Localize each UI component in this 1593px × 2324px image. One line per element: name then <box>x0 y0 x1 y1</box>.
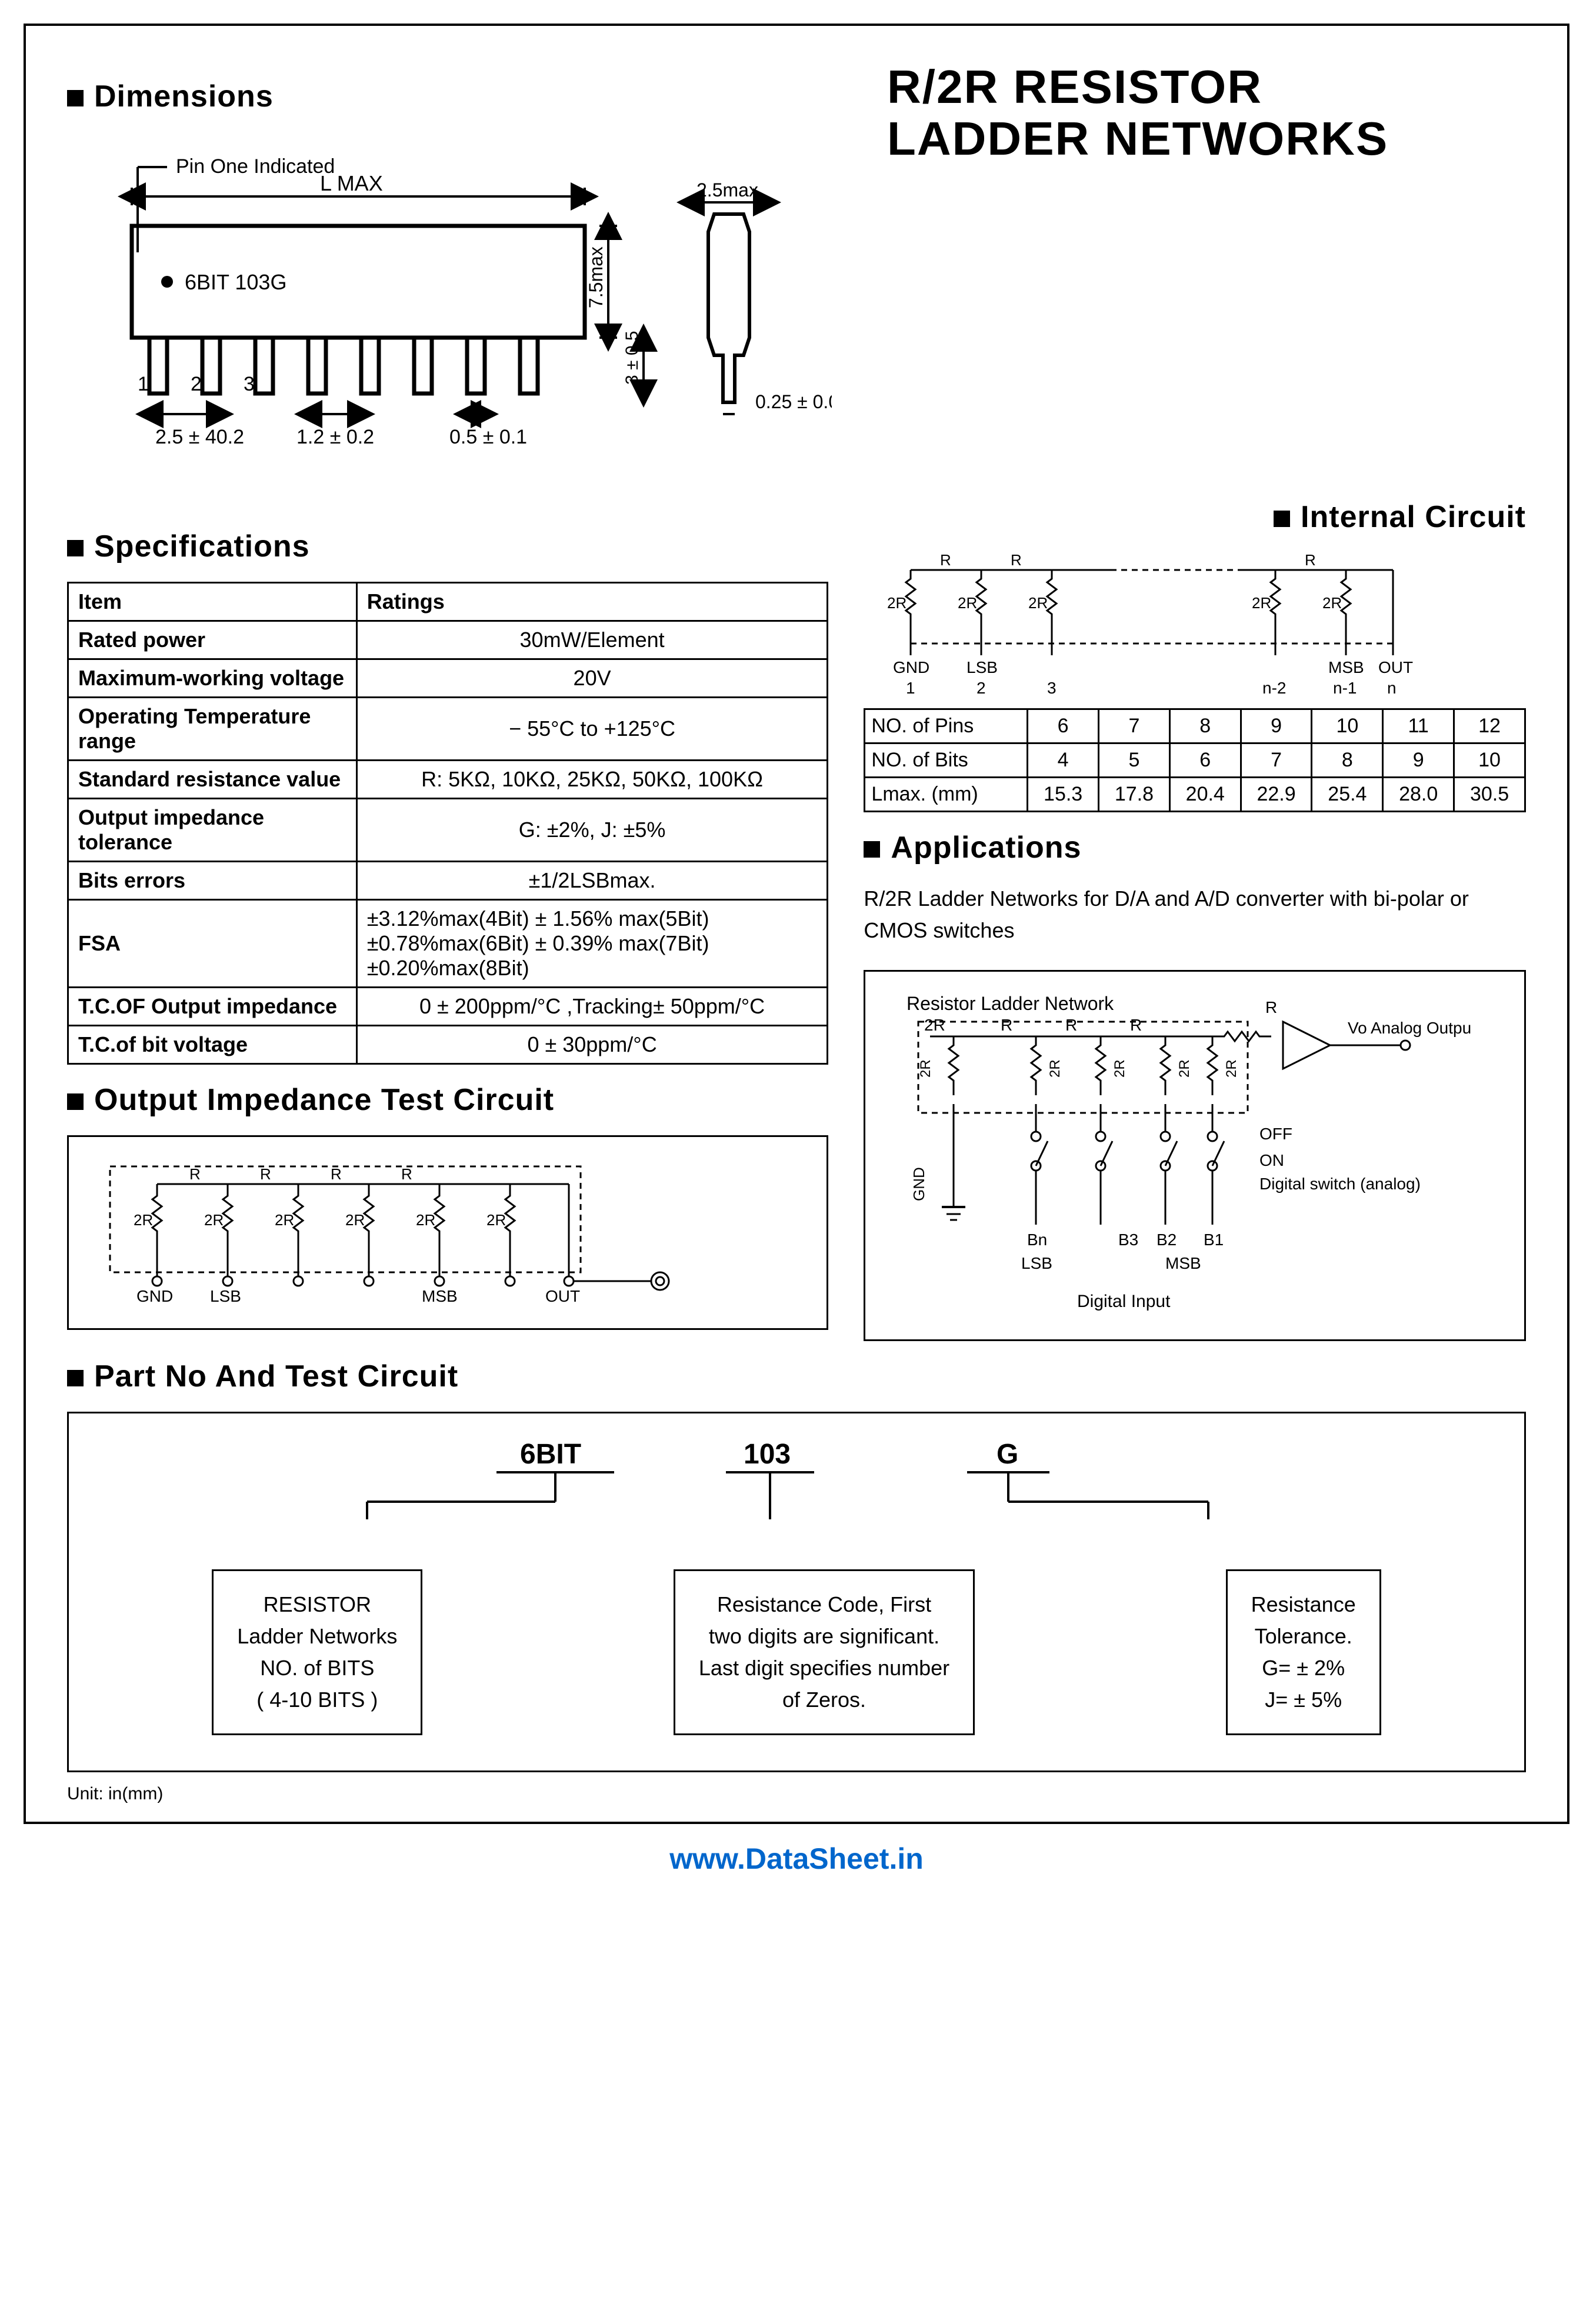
svg-text:R: R <box>260 1165 271 1183</box>
svg-text:2R: 2R <box>345 1211 365 1229</box>
svg-text:7.5max: 7.5max <box>585 246 606 308</box>
svg-text:2R: 2R <box>1112 1059 1128 1078</box>
partno-heading: Part No And Test Circuit <box>67 1359 1526 1394</box>
svg-text:R: R <box>1130 1016 1142 1034</box>
svg-text:2: 2 <box>191 373 202 395</box>
partno-box-tolerance: Resistance Tolerance. G= ± 2% J= ± 5% <box>1226 1569 1381 1735</box>
svg-text:2R: 2R <box>918 1059 934 1078</box>
svg-text:0.25 ± 0.05: 0.25 ± 0.05 <box>755 391 832 412</box>
svg-text:GND: GND <box>136 1287 173 1305</box>
dimensions-heading: Dimensions <box>67 79 869 114</box>
svg-text:GND: GND <box>910 1167 928 1201</box>
partno-diagram: 6BIT 103 G RESISTOR Ladder Networks NO. … <box>67 1412 1526 1772</box>
specifications-heading: Specifications <box>67 529 828 564</box>
svg-text:2.5 ± 40.2: 2.5 ± 40.2 <box>155 426 244 448</box>
svg-text:n-1: n-1 <box>1333 679 1357 697</box>
svg-text:2: 2 <box>977 679 986 697</box>
svg-text:OUT: OUT <box>1378 658 1413 676</box>
svg-text:1.2 ± 0.2: 1.2 ± 0.2 <box>296 426 374 448</box>
partno-box-code: Resistance Code, First two digits are si… <box>674 1569 975 1735</box>
svg-text:n-2: n-2 <box>1262 679 1286 697</box>
svg-text:R: R <box>1001 1016 1012 1034</box>
svg-text:R: R <box>1065 1016 1077 1034</box>
unit-note: Unit: in(mm) <box>67 1784 1526 1804</box>
svg-text:2R: 2R <box>1224 1059 1239 1078</box>
svg-text:Digital switch (analog): Digital switch (analog) <box>1259 1175 1421 1193</box>
marking-label: 6BIT 103G <box>185 270 286 294</box>
svg-text:LSB: LSB <box>210 1287 241 1305</box>
svg-text:B3: B3 <box>1118 1231 1138 1249</box>
svg-text:1: 1 <box>906 679 915 697</box>
footer-link[interactable]: www.DataSheet.in <box>24 1842 1569 1876</box>
svg-text:LSB: LSB <box>1021 1254 1052 1272</box>
svg-text:2R: 2R <box>416 1211 435 1229</box>
svg-text:2R: 2R <box>486 1211 506 1229</box>
dimensions-drawing: Pin One Indicated L MAX 6BIT 103G <box>67 132 832 508</box>
svg-text:n: n <box>1387 679 1397 697</box>
svg-text:R: R <box>1011 552 1022 569</box>
svg-text:2R: 2R <box>1047 1059 1063 1078</box>
svg-text:2R: 2R <box>1177 1059 1192 1078</box>
specifications-table: Item Ratings Rated power30mW/Element Max… <box>67 582 828 1065</box>
svg-text:3 ± 0.5: 3 ± 0.5 <box>622 331 642 385</box>
svg-text:2R: 2R <box>134 1211 153 1229</box>
svg-text:MSB: MSB <box>422 1287 458 1305</box>
svg-text:OUT: OUT <box>545 1287 580 1305</box>
partno-box-bits: RESISTOR Ladder Networks NO. of BITS ( 4… <box>212 1569 422 1735</box>
svg-text:2R: 2R <box>204 1211 224 1229</box>
svg-text:2R: 2R <box>1322 594 1342 612</box>
dimensions-label: Dimensions <box>94 79 274 114</box>
svg-text:2R: 2R <box>1028 594 1048 612</box>
svg-text:G: G <box>997 1439 1018 1470</box>
svg-text:1: 1 <box>138 373 149 395</box>
lmax-label: L MAX <box>320 171 383 195</box>
application-diagram: Resistor Ladder Network R Vo Analog Outp… <box>864 970 1526 1341</box>
svg-text:Vo Analog Output: Vo Analog Output <box>1348 1019 1471 1037</box>
svg-text:2R: 2R <box>1252 594 1271 612</box>
title-line1: R/2R RESISTOR <box>887 61 1262 113</box>
datasheet-page: Dimensions Pin One Indicated <box>24 24 1569 1824</box>
svg-text:R: R <box>1305 552 1316 569</box>
output-test-heading: Output Impedance Test Circuit <box>67 1082 828 1118</box>
svg-text:R: R <box>189 1165 201 1183</box>
svg-text:B1: B1 <box>1204 1231 1224 1249</box>
svg-text:3: 3 <box>244 373 255 395</box>
svg-text:2R: 2R <box>924 1016 945 1034</box>
svg-text:0.5 ± 0.1: 0.5 ± 0.1 <box>449 426 527 448</box>
svg-text:R: R <box>331 1165 342 1183</box>
svg-text:Digital Input: Digital Input <box>1077 1292 1171 1311</box>
pins-table: NO. of Pins 67 89 1011 12 NO. of Bits 45… <box>864 708 1526 812</box>
svg-text:2R: 2R <box>958 594 977 612</box>
svg-text:2R: 2R <box>275 1211 294 1229</box>
svg-text:ON: ON <box>1259 1151 1284 1169</box>
svg-text:2R: 2R <box>887 594 907 612</box>
svg-text:6BIT: 6BIT <box>520 1439 581 1470</box>
svg-text:Resistor Ladder Network: Resistor Ladder Network <box>907 993 1114 1014</box>
svg-text:B2: B2 <box>1157 1231 1177 1249</box>
internal-circuit-diagram: R R R 2R 2R 2R 2R 2R GND LSB MSB OUT 1 <box>864 552 1481 705</box>
svg-text:GND: GND <box>893 658 929 676</box>
svg-text:R: R <box>1265 998 1277 1016</box>
main-title: R/2R RESISTOR LADDER NETWORKS <box>887 61 1526 165</box>
spec-header-ratings: Ratings <box>356 583 828 621</box>
svg-text:2.5max: 2.5max <box>696 179 758 201</box>
internal-circuit-heading: Internal Circuit <box>864 499 1526 535</box>
svg-text:MSB: MSB <box>1165 1254 1201 1272</box>
applications-heading: Applications <box>864 830 1526 865</box>
svg-text:103: 103 <box>744 1439 791 1470</box>
svg-text:MSB: MSB <box>1328 658 1364 676</box>
svg-text:OFF: OFF <box>1259 1125 1292 1143</box>
svg-text:LSB: LSB <box>967 658 998 676</box>
applications-text: R/2R Ladder Networks for D/A and A/D con… <box>864 883 1526 946</box>
spec-header-item: Item <box>68 583 357 621</box>
output-impedance-test-diagram: 2R 2R 2R 2R 2R 2R R R R R <box>67 1135 828 1330</box>
svg-text:R: R <box>940 552 951 569</box>
svg-text:3: 3 <box>1047 679 1057 697</box>
svg-text:Bn: Bn <box>1027 1231 1047 1249</box>
pin-one-label: Pin One Indicated <box>176 155 335 178</box>
title-line2: LADDER NETWORKS <box>887 112 1388 165</box>
svg-text:R: R <box>401 1165 412 1183</box>
